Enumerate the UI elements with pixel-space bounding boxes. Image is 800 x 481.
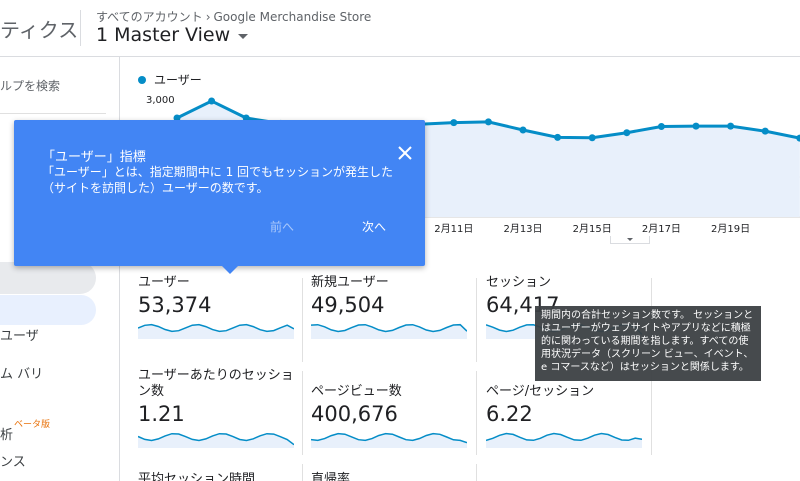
chart-expand-toggle[interactable] xyxy=(610,236,650,244)
sparkline-area xyxy=(138,433,294,448)
metric-value: 400,676 xyxy=(311,402,398,426)
data-point[interactable] xyxy=(727,122,735,130)
metric-label: ユーザー xyxy=(138,275,190,290)
data-point[interactable] xyxy=(761,127,769,135)
sidebar-search-underline xyxy=(0,113,106,114)
sparkline-area xyxy=(311,324,467,339)
analytics-app: ティクス すべてのアカウント › Google Merchandise Store … xyxy=(0,0,800,481)
metric-value: 6.22 xyxy=(486,402,533,426)
sidebar-item-analysis[interactable]: 析 xyxy=(0,424,13,443)
close-icon[interactable] xyxy=(396,144,414,162)
breadcrumb-property[interactable]: Google Merchandise Store xyxy=(214,10,372,24)
metric-label: ユーザーあたりのセッション数 xyxy=(138,368,294,399)
metric-value: 1.21 xyxy=(138,402,185,426)
sparkline xyxy=(137,323,295,339)
view-name[interactable]: 1 Master View xyxy=(96,24,230,46)
data-point[interactable] xyxy=(519,126,527,134)
metric-divider xyxy=(651,371,652,455)
breadcrumb-separator: › xyxy=(205,10,211,24)
sidebar-search-input[interactable]: ルプを検索 xyxy=(0,77,60,94)
next-button[interactable]: 次へ xyxy=(362,218,386,235)
sparkline-area xyxy=(138,324,294,339)
metric-info-card: 「ユーザー」指標 「ユーザー」とは、指定期間中に 1 回でもセッションが発生した… xyxy=(14,120,425,274)
sparkline xyxy=(137,432,295,448)
data-point[interactable] xyxy=(450,119,458,127)
metric-pages-per-session[interactable]: ページ/セッション 6.22 xyxy=(485,384,646,452)
x-tick-label: 2月13日 xyxy=(503,224,543,235)
metric-label: ページビュー数 xyxy=(311,384,402,399)
sessions-tooltip: 期間内の合計セッション数です。 セッションとはユーザーがウェブサイトやアプリなど… xyxy=(535,306,761,381)
metric-label: ページ/セッション xyxy=(486,384,595,399)
sparkline xyxy=(310,432,468,448)
info-card-title: 「ユーザー」指標 xyxy=(42,150,146,165)
metric-divider xyxy=(476,464,477,481)
x-tick-label: 2月11日 xyxy=(434,224,474,235)
sidebar-item-highlight[interactable] xyxy=(0,262,96,294)
metric-bounce-rate[interactable]: 直帰率 xyxy=(311,472,471,481)
metric-divider xyxy=(302,278,303,362)
view-selector[interactable]: 1 Master View xyxy=(96,24,249,46)
x-tick-label: 2月19日 xyxy=(711,224,751,235)
data-point[interactable] xyxy=(554,133,562,141)
data-point[interactable] xyxy=(657,123,665,131)
metric-label: セッション xyxy=(486,275,552,290)
info-card-body: 「ユーザー」とは、指定期間中に 1 回でもセッションが発生した（サイトを訪問した… xyxy=(42,165,394,195)
top-header: ティクス すべてのアカウント › Google Merchandise Store … xyxy=(0,0,800,57)
beta-badge: ベータ版 xyxy=(14,420,51,430)
data-point[interactable] xyxy=(208,97,216,105)
metric-value: 49,504 xyxy=(311,293,385,317)
breadcrumb[interactable]: すべてのアカウント › Google Merchandise Store xyxy=(96,8,371,25)
metric-value: 53,374 xyxy=(138,293,212,317)
x-tick-label: 2月15日 xyxy=(572,224,612,235)
data-point[interactable] xyxy=(484,118,492,126)
metric-label: 新規ユーザー xyxy=(311,275,389,290)
data-point[interactable] xyxy=(692,122,700,130)
breadcrumb-account[interactable]: すべてのアカウント xyxy=(96,10,203,24)
data-point[interactable] xyxy=(588,134,596,142)
prev-button[interactable]: 前へ xyxy=(270,218,294,235)
sidebar-item-active[interactable] xyxy=(0,295,96,325)
dropdown-arrow-icon[interactable] xyxy=(238,34,249,39)
metric-label: 平均セッション時間 xyxy=(138,472,256,481)
x-tick-label: 2月17日 xyxy=(641,224,681,235)
sidebar-item-audience[interactable]: ンス xyxy=(0,451,26,470)
data-point[interactable] xyxy=(623,129,631,137)
sidebar-item-custom-variables[interactable]: ム バリ xyxy=(0,363,43,382)
metric-new-users[interactable]: 新規ユーザー 49,504 xyxy=(310,275,471,343)
metric-sessions-per-user[interactable]: ユーザーあたりのセッション数 1.21 xyxy=(137,368,298,452)
sparkline xyxy=(485,432,643,448)
metric-divider xyxy=(302,464,303,481)
header-divider xyxy=(80,10,81,46)
metric-users[interactable]: ユーザー 53,374 xyxy=(137,275,298,343)
metric-avg-session-duration[interactable]: 平均セッション時間 xyxy=(138,472,298,481)
sparkline xyxy=(310,323,468,339)
metric-label: 直帰率 xyxy=(311,472,351,481)
metric-divider xyxy=(476,278,477,362)
metric-divider xyxy=(476,371,477,455)
app-title: ティクス xyxy=(0,18,79,42)
sidebar-item-users[interactable]: ユーザ xyxy=(0,325,39,344)
metric-divider xyxy=(302,371,303,455)
metric-pageviews[interactable]: ページビュー数 400,676 xyxy=(310,384,471,452)
